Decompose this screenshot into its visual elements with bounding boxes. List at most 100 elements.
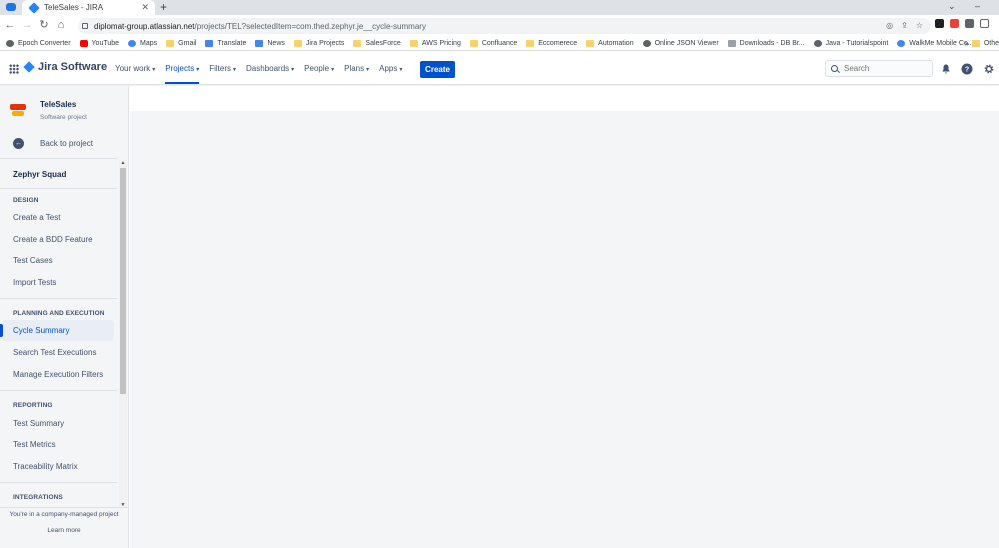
search-icon (831, 65, 838, 72)
menu-people[interactable]: People ▾ (304, 52, 334, 85)
sidebar-item-traceability-matrix[interactable]: Traceability Matrix (2, 456, 114, 477)
jira-logo-icon (23, 61, 35, 73)
jira-logo[interactable]: Jira Software (23, 61, 108, 73)
sidebar-item-test-metrics[interactable]: Test Metrics (2, 434, 114, 455)
create-button[interactable]: Create (420, 61, 455, 78)
bookmark-folder[interactable]: Eccomerece (526, 39, 577, 47)
page-icon (727, 39, 736, 47)
back-to-project-label: Back to project (40, 139, 93, 148)
folder-icon (526, 39, 535, 47)
menu-plans[interactable]: Plans ▾ (344, 52, 369, 85)
divider (0, 482, 117, 483)
browser-tab[interactable]: TeleSales - JIRA ✕ (22, 0, 155, 15)
section-title-integrations: INTEGRATIONS (13, 494, 63, 501)
sidebar-item-search-test-executions[interactable]: Search Test Executions (2, 342, 114, 363)
folder-icon (586, 39, 595, 47)
sidebar-item-create-bdd-feature[interactable]: Create a BDD Feature (2, 229, 114, 250)
tab-search-icon[interactable] (6, 3, 16, 11)
extensions-area (935, 19, 989, 28)
menu-dashboards[interactable]: Dashboards ▾ (246, 52, 294, 85)
bookmark-item[interactable]: Translate (205, 39, 246, 47)
bookmark-folder[interactable]: SalesForce (353, 39, 401, 47)
bookmarks-bar: Epoch Converter YouTube Maps Gmail Trans… (0, 36, 999, 51)
sidebar-item-create-test[interactable]: Create a Test (2, 207, 114, 228)
other-bookmarks[interactable]: Othe (971, 39, 999, 47)
sidepanel-icon[interactable] (980, 19, 989, 28)
bookmark-item[interactable]: Java - Tutorialspoint (813, 39, 888, 47)
sidebar-item-import-tests[interactable]: Import Tests (2, 272, 114, 293)
divider (0, 390, 117, 391)
puzzle-icon[interactable] (965, 19, 974, 28)
star-icon[interactable]: ☆ (916, 21, 923, 31)
lock-icon[interactable] (82, 23, 88, 29)
eye-off-icon[interactable]: ◎ (886, 21, 893, 31)
bookmark-item[interactable]: Gmail (166, 39, 196, 47)
bookmark-item[interactable]: YouTube (79, 39, 119, 47)
folder-icon (353, 39, 362, 47)
extension-icon[interactable] (950, 19, 959, 28)
notifications-icon[interactable] (940, 63, 952, 75)
sidebar-item-cycle-summary[interactable]: Cycle Summary (0, 320, 114, 341)
extension-icon[interactable] (935, 19, 944, 28)
scroll-up-icon[interactable]: ▲ (120, 160, 126, 166)
settings-gear-icon[interactable] (983, 63, 995, 75)
maps-icon (128, 39, 137, 47)
folder-icon (409, 39, 418, 47)
sidebar-item-test-summary[interactable]: Test Summary (2, 413, 114, 434)
forward-arrow-icon[interactable]: → (21, 18, 33, 32)
learn-more-link[interactable]: Learn more (0, 527, 128, 534)
content-header (130, 86, 999, 111)
new-tab-icon[interactable]: + (160, 0, 167, 15)
divider (0, 158, 117, 159)
help-icon[interactable]: ? (961, 63, 973, 75)
bookmarks-overflow-icon[interactable]: » (965, 39, 969, 48)
globe-icon (642, 39, 651, 47)
bookmark-folder[interactable]: Confluance (469, 39, 517, 47)
divider (0, 507, 128, 508)
url-text[interactable]: diplomat-group.atlassian.net/projects/TE… (94, 22, 426, 31)
globe-icon (813, 39, 822, 47)
gmail-icon (166, 39, 175, 47)
bookmark-item[interactable]: Downloads - DB Br... (727, 39, 805, 47)
share-icon[interactable]: ⇪ (901, 21, 908, 31)
youtube-icon (79, 39, 88, 47)
folder-icon (293, 39, 302, 47)
sidebar-scrollbar[interactable]: ▲ ▼ (119, 160, 127, 508)
sidebar-item-manage-execution-filters[interactable]: Manage Execution Filters (2, 364, 114, 385)
translate-icon (205, 39, 214, 47)
bookmark-item[interactable]: News (255, 39, 285, 47)
bookmark-item[interactable]: Maps (128, 39, 157, 47)
primary-menu: Your work ▾ Projects ▾ Filters ▾ Dashboards… (115, 52, 402, 85)
project-name: TeleSales (40, 100, 77, 109)
divider (0, 188, 117, 189)
product-name: Jira Software (38, 61, 108, 73)
project-header[interactable]: TeleSales Software project (10, 100, 87, 121)
search-input[interactable] (844, 64, 924, 73)
bookmark-item[interactable]: WalkMe Mobile Co... (897, 39, 974, 47)
search-box[interactable] (825, 60, 933, 77)
bookmark-folder[interactable]: Automation (586, 39, 634, 47)
menu-your-work[interactable]: Your work ▾ (115, 52, 155, 85)
bookmark-item[interactable]: Online JSON Viewer (642, 39, 719, 47)
bookmark-item[interactable]: Epoch Converter (6, 39, 71, 47)
menu-projects[interactable]: Projects ▾ (165, 52, 199, 85)
home-icon[interactable]: ⌂ (55, 18, 67, 32)
reload-icon[interactable]: ↻ (38, 18, 50, 32)
bookmark-folder[interactable]: AWS Pricing (409, 39, 461, 47)
minimize-window-icon[interactable]: – (975, 0, 980, 12)
sidebar-item-test-cases[interactable]: Test Cases (2, 250, 114, 271)
tab-list-chevron-icon[interactable]: ⌄ (948, 0, 956, 12)
news-icon (255, 39, 264, 47)
folder-icon (469, 39, 478, 47)
project-type: Software project (40, 114, 87, 121)
menu-filters[interactable]: Filters ▾ (209, 52, 236, 85)
back-to-project-link[interactable]: ← Back to project (13, 138, 93, 149)
scrollbar-thumb[interactable] (120, 168, 126, 394)
menu-apps[interactable]: Apps ▾ (379, 52, 402, 85)
back-arrow-icon[interactable]: ← (4, 18, 16, 32)
address-bar[interactable]: diplomat-group.atlassian.net/projects/TE… (78, 18, 931, 34)
chevron-down-icon: ▾ (196, 67, 200, 73)
bookmark-folder[interactable]: Jira Projects (293, 39, 344, 47)
app-switcher-icon[interactable] (9, 64, 19, 74)
close-tab-icon[interactable]: ✕ (141, 2, 149, 13)
